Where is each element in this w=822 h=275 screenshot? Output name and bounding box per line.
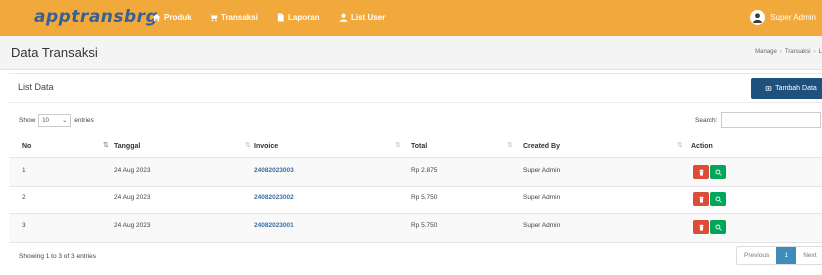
nav-item-label: Produk	[164, 13, 192, 22]
cell-no: 3	[22, 222, 26, 229]
divider	[9, 102, 822, 103]
column-header-invoice[interactable]: Invoice	[254, 143, 278, 150]
sort-icon[interactable]: ⇅	[677, 141, 683, 149]
nav-item-produk[interactable]: Produk	[152, 13, 192, 22]
breadcrumb-item: L	[818, 49, 822, 55]
view-button[interactable]	[710, 192, 726, 206]
cell-created-by: Super Admin	[523, 194, 561, 201]
previous-page-button[interactable]: Previous	[737, 247, 776, 264]
cell-created-by: Super Admin	[523, 167, 561, 174]
nav-item-transaksi[interactable]: Transaksi	[209, 13, 258, 22]
search-icon	[715, 169, 722, 176]
delete-button[interactable]	[693, 165, 709, 179]
nav-item-laporan[interactable]: Laporan	[276, 13, 320, 22]
delete-button[interactable]	[693, 192, 709, 206]
row-divider	[9, 242, 822, 243]
chevron-down-icon: ⌄	[62, 118, 68, 124]
nav-item-label: Transaksi	[221, 13, 258, 22]
cell-no: 2	[22, 194, 26, 201]
page-button-current[interactable]: 1	[776, 247, 797, 264]
cell-tanggal: 24 Aug 2023	[114, 222, 151, 229]
entries-label: entries	[74, 117, 94, 124]
nav-item-label: List User	[351, 13, 386, 22]
breadcrumb: Manage › Transaksi › L	[755, 49, 822, 55]
search-label: Search:	[695, 116, 718, 124]
pagination: Previous 1 Next	[736, 246, 822, 265]
add-data-label: Tambah Data	[775, 85, 817, 92]
trash-icon	[698, 196, 704, 203]
row-divider	[9, 186, 822, 187]
cell-created-by: Super Admin	[523, 222, 561, 229]
page-size-control: Show 10 ⌄ entries	[19, 114, 94, 127]
cell-invoice-link[interactable]: 24082023003	[254, 167, 294, 174]
breadcrumb-separator: ›	[779, 49, 782, 55]
cell-total: Rp 2.875	[411, 167, 438, 174]
brand-logo[interactable]: apptransbrg	[34, 7, 158, 27]
page-size-select[interactable]: 10 ⌄	[38, 114, 72, 127]
box-title: List Data	[18, 82, 54, 92]
avatar	[750, 10, 766, 25]
file-icon	[277, 13, 284, 22]
user-menu[interactable]: Super Admin	[750, 10, 816, 25]
breadcrumb-separator: ›	[813, 49, 816, 55]
nav-item-label: Laporan	[288, 13, 320, 22]
cell-tanggal: 24 Aug 2023	[114, 167, 151, 174]
search-icon	[715, 196, 722, 203]
show-label: Show	[19, 117, 36, 124]
user-icon	[339, 13, 348, 22]
next-page-button[interactable]: Next	[796, 247, 822, 264]
row-actions	[693, 165, 726, 179]
trash-icon	[698, 169, 704, 176]
row-actions	[693, 192, 726, 206]
row-actions	[693, 220, 726, 234]
sort-asc-icon[interactable]: ⇅	[103, 141, 109, 149]
search-input[interactable]	[721, 112, 822, 128]
page-size-value: 10	[42, 117, 49, 124]
table-info: Showing 1 to 3 of 3 entries	[19, 253, 96, 260]
column-header-total[interactable]: Total	[411, 143, 427, 150]
list-data-box: List Data Tambah Data Show 10 ⌄ entries …	[9, 73, 822, 275]
cell-total: Rp 5.750	[411, 194, 438, 201]
cell-invoice-link[interactable]: 24082023002	[254, 194, 294, 201]
column-header-no[interactable]: No	[22, 143, 31, 150]
sort-icon[interactable]: ⇅	[507, 141, 513, 149]
cart-icon	[209, 14, 218, 22]
add-data-button[interactable]: Tambah Data	[751, 78, 822, 99]
cell-tanggal: 24 Aug 2023	[114, 194, 151, 201]
sort-icon[interactable]: ⇅	[245, 141, 251, 149]
page-header: Data Transaksi Manage › Transaksi › L	[0, 36, 822, 70]
cell-no: 1	[22, 167, 26, 174]
cell-invoice-link[interactable]: 24082023001	[254, 222, 294, 229]
search-control: Search:	[695, 112, 822, 128]
breadcrumb-item[interactable]: Transaksi	[785, 49, 811, 55]
search-icon	[715, 224, 722, 231]
delete-button[interactable]	[693, 220, 709, 234]
user-name: Super Admin	[770, 13, 816, 22]
trash-icon	[698, 224, 704, 231]
column-header-tanggal[interactable]: Tanggal	[114, 143, 140, 150]
page-title: Data Transaksi	[11, 45, 98, 60]
sort-icon[interactable]: ⇅	[395, 141, 401, 149]
user-avatar-icon	[753, 13, 763, 23]
column-header-created-by[interactable]: Created By	[523, 143, 560, 150]
nav-item-list-user[interactable]: List User	[339, 13, 385, 22]
add-icon	[765, 86, 772, 91]
breadcrumb-item[interactable]: Manage	[755, 49, 777, 55]
column-header-action: Action	[691, 143, 713, 150]
cell-total: Rp 5.750	[411, 222, 438, 229]
view-button[interactable]	[710, 165, 726, 179]
home-icon	[152, 13, 161, 22]
top-navbar: apptransbrg Produk Transaksi Laporan Lis…	[0, 0, 822, 36]
view-button[interactable]	[710, 220, 726, 234]
